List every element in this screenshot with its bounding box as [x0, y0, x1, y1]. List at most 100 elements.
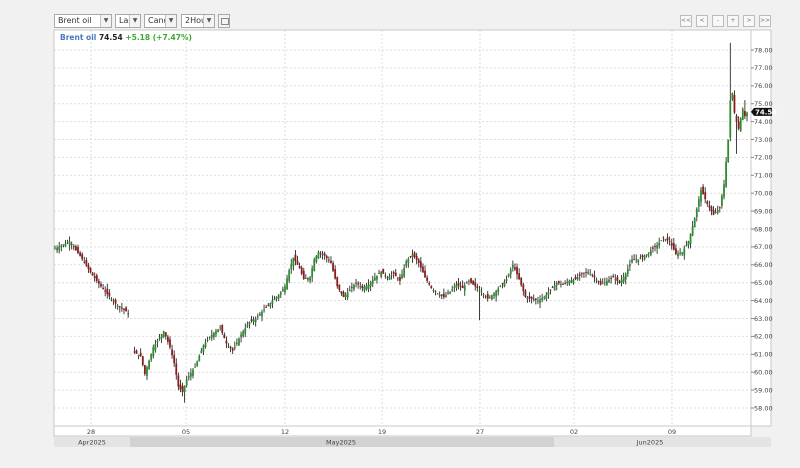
- candle: [438, 294, 441, 296]
- candle: [384, 275, 387, 277]
- candle: [583, 272, 585, 274]
- candle: [735, 115, 738, 122]
- candle: [597, 281, 600, 283]
- candle: [574, 276, 577, 280]
- legend-symbol: Brent oil: [60, 33, 97, 42]
- candle: [156, 340, 159, 343]
- x-tick-label: 12: [281, 428, 289, 436]
- candle: [171, 349, 173, 356]
- candle: [616, 277, 619, 281]
- candle: [58, 246, 61, 251]
- candle: [746, 112, 748, 117]
- candle: [204, 342, 207, 348]
- candle: [472, 280, 475, 285]
- price-chart[interactable]: 58.00 59.00 60.00 61.00 62.00 63.00 64.00 65.00…: [0, 0, 800, 468]
- candle: [277, 295, 280, 299]
- candle: [137, 354, 140, 357]
- candle: [413, 252, 416, 258]
- candle: [612, 276, 615, 278]
- candle: [300, 267, 303, 274]
- candle: [723, 184, 725, 197]
- candle: [603, 282, 606, 283]
- candle: [338, 284, 341, 290]
- candle: [562, 283, 564, 285]
- time-navigator[interactable]: [54, 437, 771, 447]
- y-tick-label: 69.00: [754, 207, 773, 215]
- candle: [524, 290, 527, 298]
- candle: [75, 246, 77, 251]
- candle: [405, 261, 408, 266]
- candle: [344, 294, 347, 298]
- candle: [710, 206, 713, 212]
- candle: [440, 294, 443, 296]
- y-tick-label: 75.00: [754, 100, 773, 108]
- candle: [593, 275, 596, 278]
- candle: [737, 121, 740, 129]
- candle: [714, 212, 717, 214]
- candle: [173, 355, 176, 364]
- candle: [541, 298, 544, 301]
- candle: [488, 297, 491, 298]
- legend-change: +5.18 (+7.47%): [125, 33, 192, 42]
- candle: [578, 274, 581, 276]
- candle: [265, 307, 268, 309]
- candle: [185, 379, 188, 386]
- candle: [394, 272, 397, 277]
- candle: [509, 269, 512, 275]
- candle: [198, 356, 201, 362]
- candle: [601, 283, 604, 285]
- candle: [727, 139, 730, 162]
- candle: [269, 302, 272, 307]
- y-tick-label: 62.00: [754, 333, 773, 341]
- candle: [108, 292, 111, 297]
- candle: [330, 260, 332, 264]
- y-tick-label: 73.00: [754, 136, 773, 144]
- candle: [635, 259, 638, 261]
- candle: [401, 274, 403, 278]
- candle: [507, 274, 510, 277]
- candle: [376, 275, 378, 280]
- candle: [455, 284, 458, 288]
- candle: [353, 285, 355, 290]
- candle: [539, 299, 541, 304]
- candle: [91, 272, 94, 276]
- candle: [677, 253, 679, 257]
- candle: [442, 293, 445, 298]
- candle: [476, 286, 479, 289]
- candle: [246, 325, 249, 327]
- candle: [192, 369, 194, 376]
- candle: [679, 252, 681, 254]
- candle: [123, 308, 125, 310]
- candle: [133, 351, 136, 353]
- candle: [179, 384, 182, 390]
- candle: [271, 300, 274, 304]
- candle: [143, 365, 146, 374]
- candle: [610, 278, 613, 280]
- candle: [641, 255, 644, 258]
- y-tick-label: 71.00: [754, 172, 773, 180]
- candle: [294, 254, 297, 262]
- candle: [332, 263, 334, 271]
- candle: [106, 288, 109, 295]
- candle: [200, 350, 203, 354]
- candle: [60, 245, 63, 248]
- candle: [87, 265, 90, 269]
- candle: [716, 209, 719, 214]
- candle: [706, 201, 709, 204]
- candle: [89, 268, 92, 273]
- candle: [470, 278, 472, 283]
- candle: [428, 283, 431, 285]
- candle: [369, 282, 372, 287]
- candle: [656, 245, 659, 249]
- y-axis: 58.00 59.00 60.00 61.00 62.00 63.00 64.00 65.00…: [751, 46, 773, 412]
- candle: [380, 271, 383, 277]
- candle: [164, 332, 167, 337]
- candle: [639, 257, 642, 259]
- candle: [162, 331, 165, 337]
- candle: [643, 255, 646, 260]
- candle: [219, 327, 222, 329]
- candle: [98, 280, 100, 284]
- candle: [520, 277, 523, 286]
- y-tick-label: 59.00: [754, 386, 773, 394]
- candle: [415, 255, 418, 261]
